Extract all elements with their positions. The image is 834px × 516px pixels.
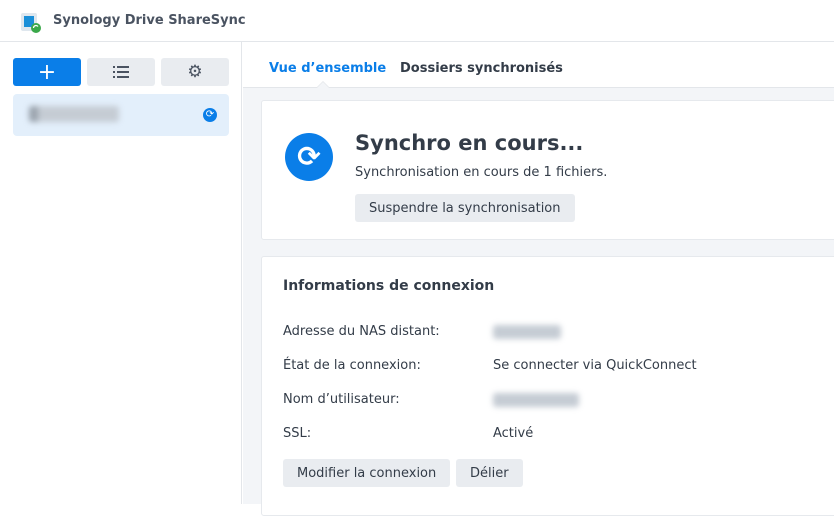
settings-button[interactable]: ⚙ xyxy=(161,58,229,86)
connection-info-card: Informations de connexion Adresse du NAS… xyxy=(261,256,834,516)
app-logo-icon xyxy=(21,13,41,33)
sync-status-title: Synchro en cours... xyxy=(355,131,584,155)
edit-connection-button[interactable]: Modifier la connexion xyxy=(283,459,451,487)
connection-name-redacted xyxy=(29,106,119,122)
main-panel: Vue d’ensemble Dossiers synchronisés ⟳ S… xyxy=(243,42,834,516)
add-button[interactable]: + xyxy=(13,58,81,86)
nas-address-label: Adresse du NAS distant: xyxy=(283,324,440,339)
sync-status-card: ⟳ Synchro en cours... Synchronisation en… xyxy=(261,100,834,240)
username-value-redacted xyxy=(493,393,579,407)
connection-state-value: Se connecter via QuickConnect xyxy=(493,358,697,373)
ssl-label: SSL: xyxy=(283,426,312,441)
sync-status-detail: Synchronisation en cours de 1 fichiers. xyxy=(355,165,608,180)
connection-info-title: Informations de connexion xyxy=(283,278,495,294)
active-tab-indicator xyxy=(316,81,330,88)
ssl-value: Activé xyxy=(493,426,534,441)
nas-address-value-redacted xyxy=(493,325,561,339)
list-view-button[interactable] xyxy=(87,58,155,86)
tab-synced-folders[interactable]: Dossiers synchronisés xyxy=(400,61,563,76)
app-title: Synology Drive ShareSync xyxy=(53,13,246,28)
gear-icon: ⚙ xyxy=(187,62,203,82)
username-label: Nom d’utilisateur: xyxy=(283,392,400,407)
plus-icon: + xyxy=(37,59,57,85)
title-bar: Synology Drive ShareSync xyxy=(0,0,834,42)
connection-list-item[interactable]: ⟳ xyxy=(13,94,229,136)
connection-state-label: État de la connexion: xyxy=(283,358,421,373)
sidebar: + ⚙ ⟳ xyxy=(0,42,242,504)
unlink-button[interactable]: Délier xyxy=(456,459,523,487)
pause-sync-button[interactable]: Suspendre la synchronisation xyxy=(355,194,575,222)
tab-bar: Vue d’ensemble Dossiers synchronisés xyxy=(243,42,834,88)
sync-icon: ⟳ xyxy=(285,133,333,181)
tab-overview[interactable]: Vue d’ensemble xyxy=(269,61,386,76)
sync-icon: ⟳ xyxy=(203,108,217,122)
list-icon xyxy=(113,66,129,78)
